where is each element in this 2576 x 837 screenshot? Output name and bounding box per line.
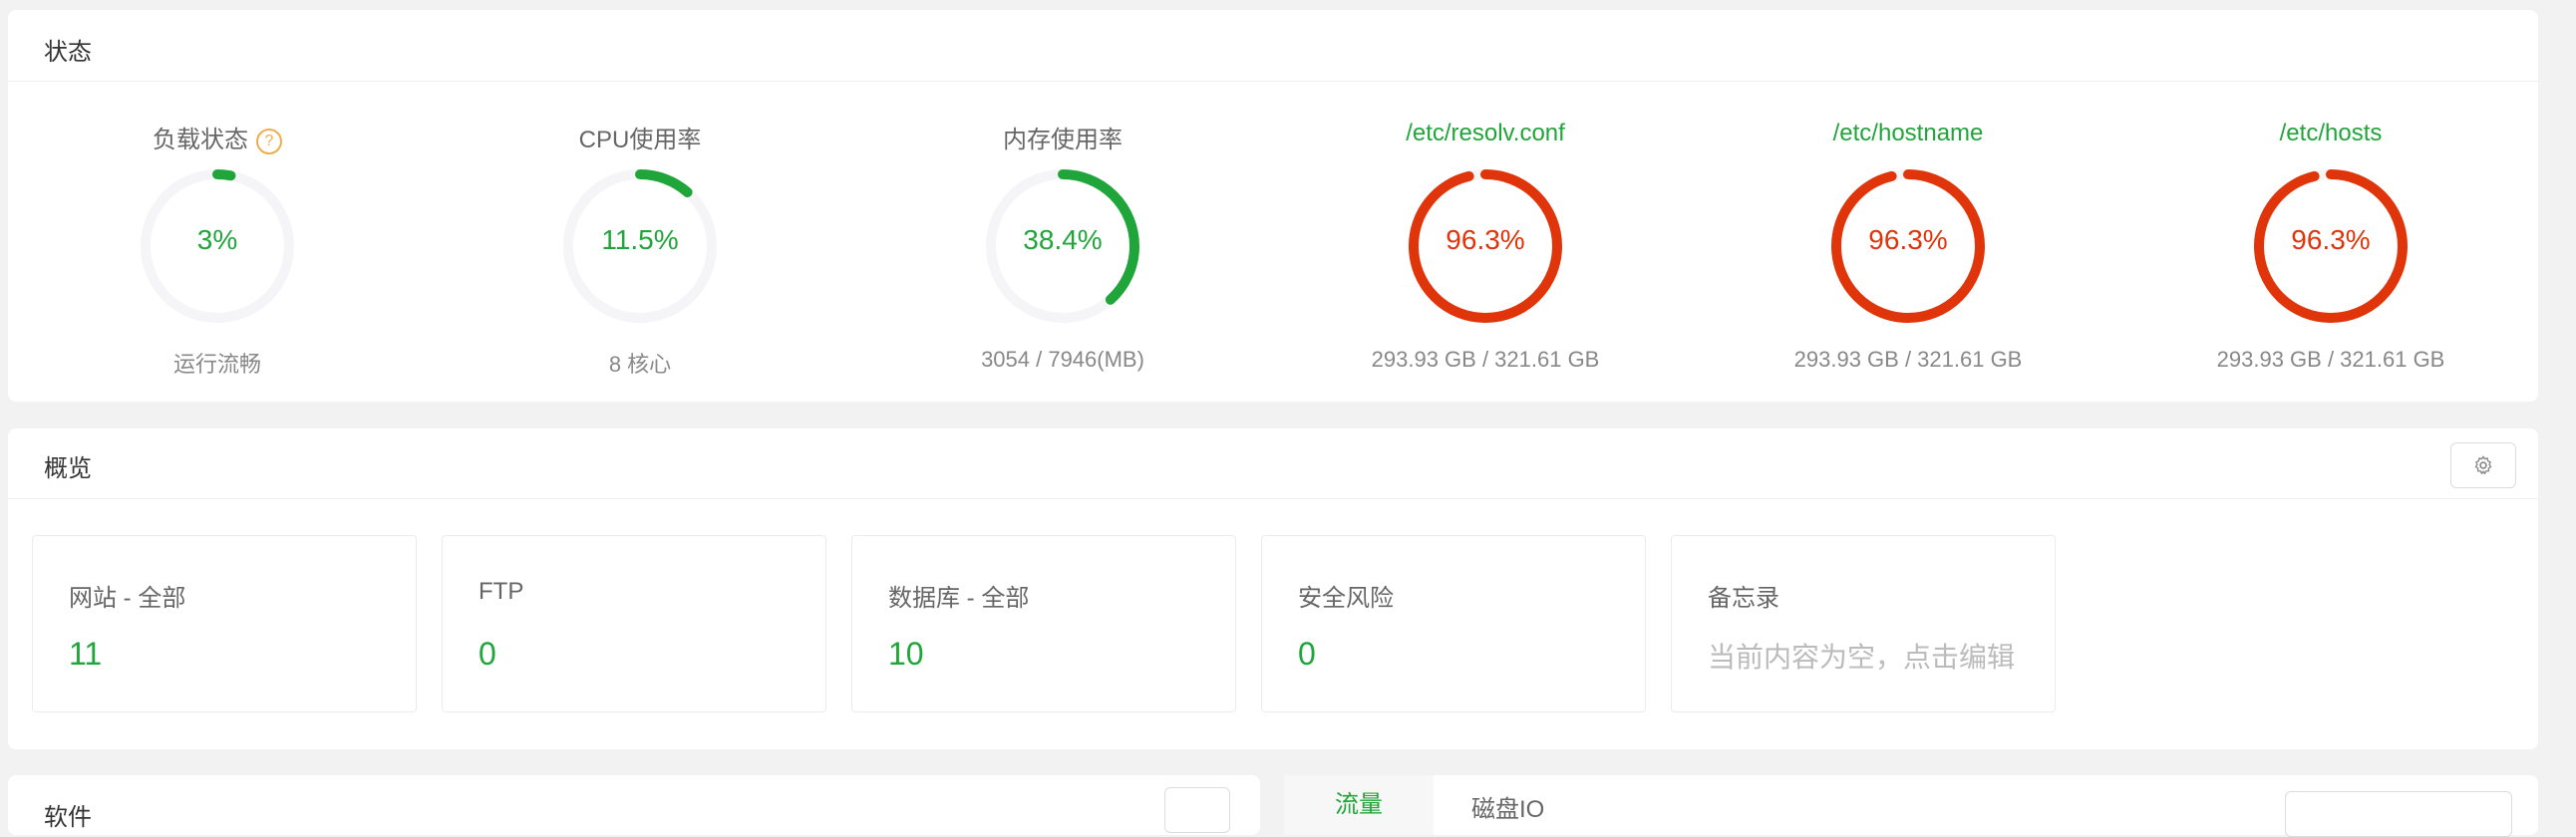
gauge-label-text: 负载状态 [153, 127, 248, 153]
card-value[interactable]: 10 [888, 636, 924, 673]
software-title: 软件 [44, 804, 92, 831]
gauge-label: /etc/resolv.conf [1274, 120, 1697, 147]
status-title: 状态 [44, 39, 92, 66]
gauge-value: 96.3% [2291, 224, 2371, 255]
overview-card-ftp[interactable]: FTP 0 [442, 535, 826, 712]
status-divider [8, 81, 2538, 82]
gauge-label-text: 内存使用率 [1003, 127, 1123, 153]
card-value[interactable]: 0 [1298, 636, 1316, 673]
gauge-subtext: 293.93 GB / 321.61 GB [1371, 347, 1600, 372]
gauge-value: 38.4% [1023, 224, 1103, 255]
card-title: 网站 - 全部 [69, 585, 186, 612]
traffic-panel: 流量 磁盘IO [1284, 775, 2538, 837]
gauge-subtext: 293.93 GB / 321.61 GB [1793, 347, 2023, 372]
gauge-label-text: CPU使用率 [578, 127, 702, 153]
gauge-value: 96.3% [1868, 224, 1948, 255]
gauge-label: CPU使用率 [429, 120, 851, 154]
memo-placeholder[interactable]: 当前内容为空，点击编辑 [1708, 636, 2015, 676]
gauge-label: 内存使用率 [851, 120, 1274, 154]
traffic-select[interactable] [2285, 791, 2512, 837]
overview-card-security[interactable]: 安全风险 0 [1261, 535, 1646, 712]
help-circle-icon[interactable]: ? [256, 129, 282, 154]
gauge-subtext: 3054 / 7946(MB) [981, 347, 1144, 372]
tab-traffic[interactable]: 流量 [1284, 775, 1434, 835]
overview-settings-button[interactable] [2450, 442, 2516, 488]
tab-disk-io[interactable]: 磁盘IO [1471, 789, 1544, 824]
gauge-label: /etc/hosts [2119, 120, 2542, 147]
gauge-label: 负载状态? [6, 120, 429, 154]
gauge-subtext: 8 核心 [608, 352, 672, 377]
card-value[interactable]: 11 [69, 636, 102, 673]
overview-card-database[interactable]: 数据库 - 全部 10 [851, 535, 1236, 712]
gauge-label-text: /etc/hosts [2279, 120, 2383, 146]
card-title: 备忘录 [1708, 585, 1779, 612]
gauge-value: 3% [196, 224, 238, 255]
overview-panel: 概览 网站 - 全部 11 FTP 0 数据库 - 全部 10 安全风险 0 备… [8, 428, 2538, 749]
gauge-subtext: 运行流畅 [172, 352, 261, 377]
card-title: FTP [479, 578, 524, 605]
gauge-label-text: /etc/resolv.conf [1406, 120, 1565, 146]
card-title: 安全风险 [1298, 585, 1394, 612]
card-title: 数据库 - 全部 [888, 585, 1030, 612]
gauge-value: 11.5% [601, 224, 679, 255]
overview-card-sites[interactable]: 网站 - 全部 11 [32, 535, 417, 712]
overview-card-memo[interactable]: 备忘录 当前内容为空，点击编辑 [1671, 535, 2056, 712]
software-settings-button[interactable] [1164, 787, 1230, 833]
status-panel: 状态 负载状态? 3% 运行流畅 CPU使用率 11.5% 8 核心 内存使用率 38.4% 3… [8, 10, 2538, 402]
gauge-label: /etc/hostname [1697, 120, 2119, 147]
overview-divider [8, 498, 2538, 499]
gauge-value: 96.3% [1446, 224, 1525, 255]
card-value[interactable]: 0 [479, 636, 496, 673]
gear-icon [2474, 455, 2492, 475]
software-panel: 软件 [8, 775, 1260, 835]
gauge-subtext: 293.93 GB / 321.61 GB [2216, 347, 2445, 372]
overview-title: 概览 [44, 455, 92, 482]
gauge-label-text: /etc/hostname [1832, 120, 1984, 146]
